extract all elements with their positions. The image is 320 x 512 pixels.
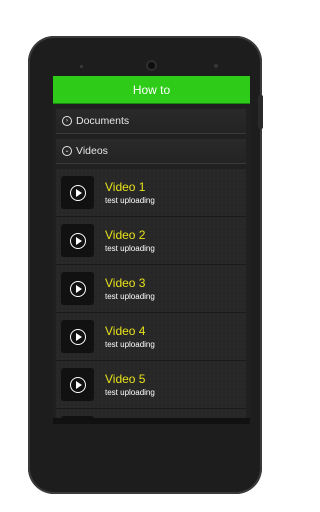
section-label: Documents — [76, 115, 130, 127]
video-subtitle: test uploading — [105, 291, 155, 301]
speaker-dot — [80, 65, 83, 68]
app-header: How to — [53, 76, 250, 104]
video-item[interactable]: Video 4 test uploading — [56, 313, 246, 361]
section-videos[interactable]: ⌄ Videos — [56, 139, 246, 164]
video-item[interactable]: Video 3 test uploading — [56, 265, 246, 313]
play-icon — [69, 328, 86, 345]
screen-bottom-edge — [53, 418, 250, 424]
camera-icon — [146, 60, 157, 71]
chevron-down-circle-icon: ⌄ — [62, 146, 72, 156]
video-title: Video 5 — [105, 371, 146, 386]
screen: How to › Documents ⌄ Videos Video 1 test… — [53, 76, 250, 423]
play-icon — [69, 280, 86, 297]
header-title: How to — [132, 82, 171, 97]
chevron-right-circle-icon: › — [62, 116, 72, 126]
video-subtitle: test uploading — [105, 195, 155, 205]
video-subtitle: test uploading — [105, 387, 155, 397]
video-subtitle: test uploading — [105, 243, 155, 253]
video-subtitle: test uploading — [105, 339, 155, 349]
video-item[interactable]: Video 1 test uploading — [56, 169, 246, 217]
video-thumbnail[interactable] — [61, 368, 94, 401]
video-item[interactable]: Video 2 test uploading — [56, 217, 246, 265]
video-thumbnail[interactable] — [61, 272, 94, 305]
video-list: Video 1 test uploading Video 2 test uplo… — [56, 169, 246, 423]
video-title: Video 4 — [105, 323, 146, 338]
video-item[interactable]: Video 5 test uploading — [56, 361, 246, 409]
video-thumbnail[interactable] — [61, 176, 94, 209]
video-title: Video 3 — [105, 275, 146, 290]
sensor-dot — [214, 64, 218, 68]
video-thumbnail[interactable] — [61, 320, 94, 353]
section-documents[interactable]: › Documents — [56, 109, 246, 134]
play-icon — [69, 376, 86, 393]
video-title: Video 2 — [105, 227, 146, 242]
video-title: Video 1 — [105, 179, 146, 194]
side-button — [258, 95, 263, 129]
video-thumbnail[interactable] — [61, 224, 94, 257]
play-icon — [69, 184, 86, 201]
play-icon — [69, 232, 86, 249]
section-label: Videos — [76, 145, 108, 157]
